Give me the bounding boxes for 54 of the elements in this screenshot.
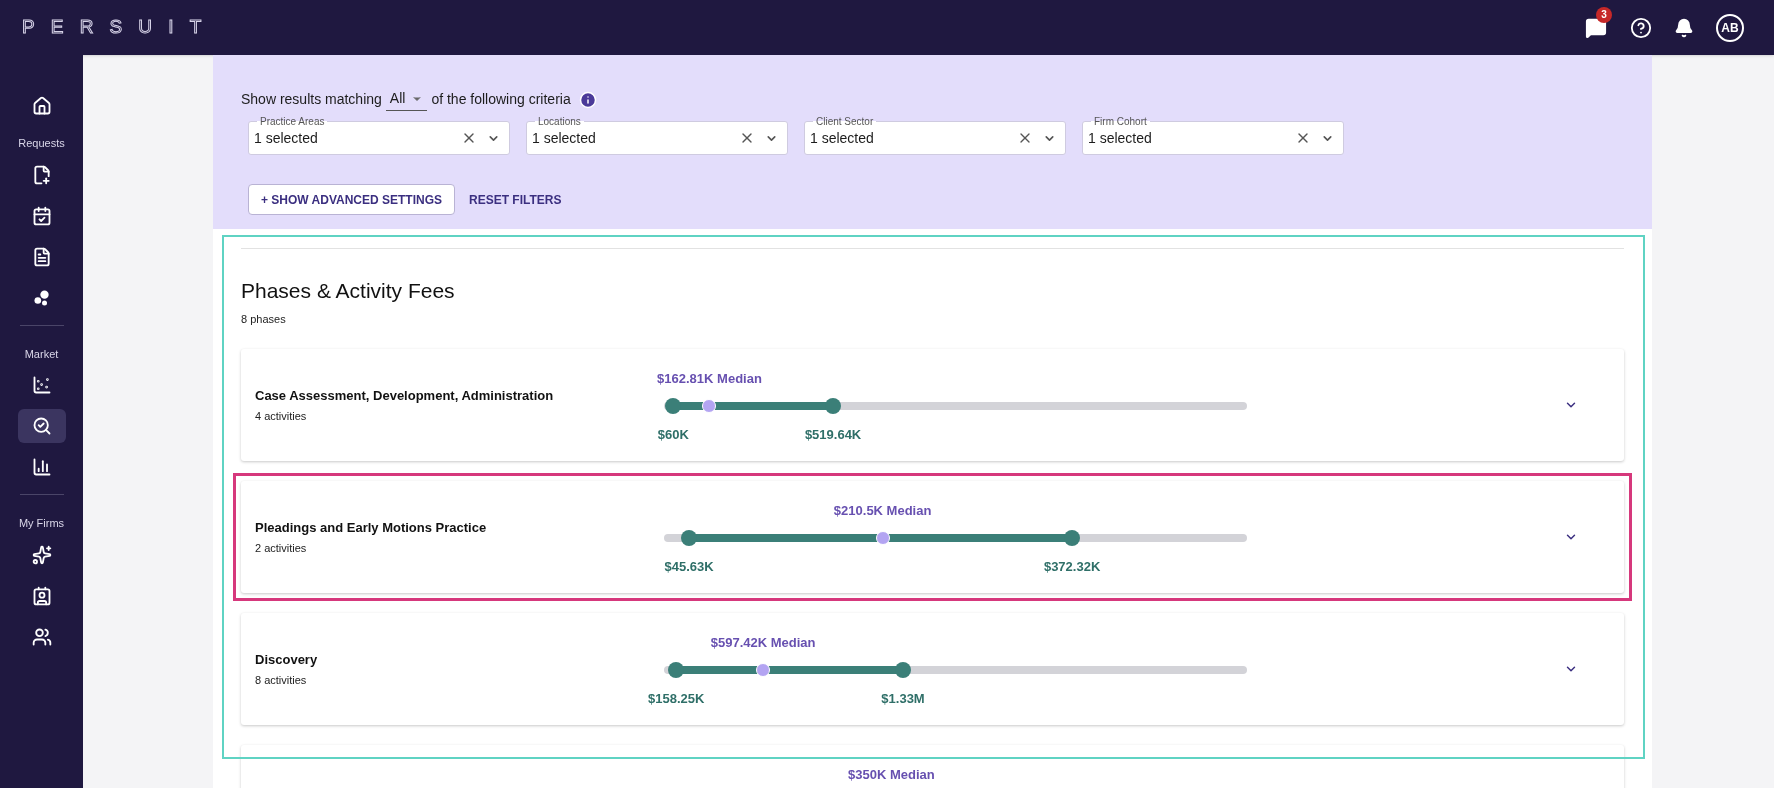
section-title: Phases & Activity Fees: [241, 278, 456, 304]
slider-thumb[interactable]: [1064, 530, 1081, 546]
phase-card[interactable]: Pleadings and Early Motions Practice 2 activities $210.5K Median $45.63K $372.32K: [241, 481, 1624, 593]
sidebar-section-label: My Firms: [18, 516, 65, 531]
field-value: 1 selected: [532, 128, 596, 148]
section-subtitle: 8 phases: [241, 311, 287, 327]
phase-title: Discovery: [255, 651, 319, 669]
bell-icon[interactable]: [1674, 17, 1694, 38]
home-icon: [31, 96, 52, 116]
median-label: $162.81K Median: [657, 370, 762, 388]
filter-suffix-text: of the following criteria: [431, 90, 571, 109]
filter-prefix-text: Show results matching: [241, 90, 382, 109]
contact-card-icon: [31, 585, 52, 606]
activities-count: 8 activities: [255, 672, 308, 688]
slider-thumb[interactable]: [668, 662, 685, 678]
avatar[interactable]: AB: [1716, 13, 1744, 42]
field-value: 1 selected: [1088, 128, 1152, 148]
team-icon: [31, 626, 52, 647]
show-advanced-settings-button[interactable]: + SHOW ADVANCED SETTINGS: [248, 184, 455, 215]
note-plus-icon: [31, 164, 52, 185]
median-label: $210.5K Median: [833, 502, 932, 520]
phase-title: Case Assessment, Development, Administration: [255, 387, 555, 405]
brand-logo[interactable]: PERSUIT: [22, 13, 218, 42]
max-value-label: $1.33M: [881, 690, 925, 708]
info-icon[interactable]: [578, 90, 597, 109]
max-value-label: $372.32K: [1043, 558, 1101, 576]
field-value: 1 selected: [810, 128, 874, 148]
sidebar-section-label: Requests: [18, 136, 65, 151]
max-value-label: $519.64K: [804, 426, 862, 444]
phase-title: Pleadings and Early Motions Practice: [255, 519, 488, 537]
chat-icon: [1585, 16, 1607, 39]
median-label: $597.42K Median: [710, 634, 816, 652]
phase-card[interactable]: Discovery 8 activities $597.42K Median $158.25K $1.33M: [241, 613, 1624, 725]
min-value-label: $158.25K: [648, 690, 705, 708]
field-value: 1 selected: [254, 128, 318, 148]
bar-chart-icon: [31, 457, 52, 477]
slider-thumb[interactable]: [681, 530, 698, 546]
slider-thumb[interactable]: [665, 398, 682, 414]
slider-thumb[interactable]: [895, 662, 911, 678]
reset-filters-button[interactable]: RESET FILTERS: [469, 190, 562, 209]
help-icon[interactable]: [1630, 16, 1652, 39]
document-icon: [31, 246, 52, 267]
min-value-label: $45.63K: [664, 558, 714, 576]
min-value-label: $60K: [657, 426, 689, 444]
phase-card[interactable]: $350K Median: [241, 745, 1624, 788]
scatter-chart-icon: [31, 375, 52, 395]
slider-thumb[interactable]: [825, 398, 842, 414]
phase-card[interactable]: Case Assessment, Development, Administration 4 activities $162.81K Median $60K $519.64K: [241, 349, 1624, 461]
notification-badge: 3: [1596, 6, 1612, 23]
match-select[interactable]: All: [385, 88, 428, 111]
sidebar-section-label: Market: [24, 346, 59, 362]
median-label: $350K Median: [848, 766, 935, 784]
activities-count: 2 activities: [255, 540, 308, 556]
activities-count: 4 activities: [255, 408, 308, 424]
